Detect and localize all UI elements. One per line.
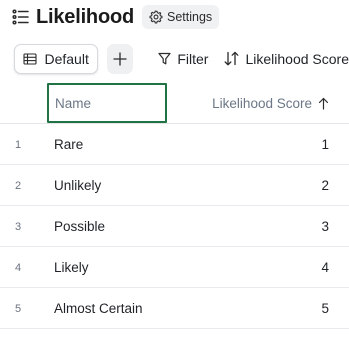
row-name: Possible [54, 219, 106, 234]
plus-icon [113, 51, 127, 66]
table-header: Name Likelihood Score [0, 82, 349, 124]
sort-label: Likelihood Score [245, 50, 349, 67]
sort-ascending-icon [318, 97, 329, 110]
toolbar: Default Filter Likelihood Score [14, 43, 349, 74]
page-title: Likelihood [36, 5, 135, 28]
column-header-name[interactable]: Name [47, 83, 167, 123]
row-score: 4 [321, 260, 329, 275]
row-name: Unlikely [54, 178, 102, 193]
view-selector-button[interactable]: Default [14, 43, 99, 74]
sort-button[interactable]: Likelihood Score [224, 51, 349, 67]
likelihood-page: Likelihood Settings Default Filter Likel… [0, 0, 349, 337]
filter-label: Filter [177, 50, 209, 67]
filter-button[interactable]: Filter [158, 51, 208, 67]
row-name: Almost Certain [54, 301, 143, 316]
table-row[interactable]: 5 Almost Certain 5 [0, 288, 349, 329]
table-row[interactable]: 4 Likely 4 [0, 247, 349, 288]
table-row[interactable]: 2 Unlikely 2 [0, 165, 349, 206]
row-score: 3 [321, 219, 329, 234]
view-label: Default [44, 50, 89, 67]
row-number: 5 [15, 302, 22, 315]
add-view-button[interactable] [107, 43, 134, 74]
row-number: 3 [15, 220, 22, 233]
row-number: 4 [15, 261, 22, 274]
row-score: 1 [321, 137, 329, 152]
column-header-likelihood-score[interactable]: Likelihood Score [212, 82, 329, 124]
row-name: Rare [54, 137, 84, 152]
settings-label: Settings [167, 10, 213, 24]
table-row[interactable]: 1 Rare 1 [0, 124, 349, 165]
row-score: 2 [321, 178, 329, 193]
sort-icon [225, 51, 239, 66]
likelihood-table: Name Likelihood Score 1 Rare 1 2 Unlikel… [0, 82, 349, 329]
gear-icon [149, 10, 163, 24]
row-number: 2 [15, 179, 22, 192]
settings-button[interactable]: Settings [142, 5, 220, 29]
table-row[interactable]: 3 Possible 3 [0, 206, 349, 247]
table-icon [23, 52, 38, 65]
filter-icon [158, 52, 171, 65]
title-bar: Likelihood Settings [12, 3, 220, 31]
row-number: 1 [15, 138, 22, 151]
list-icon [12, 9, 29, 25]
column-header-label: Likelihood Score [212, 95, 312, 111]
row-name: Likely [54, 260, 89, 275]
row-score: 5 [321, 301, 329, 316]
